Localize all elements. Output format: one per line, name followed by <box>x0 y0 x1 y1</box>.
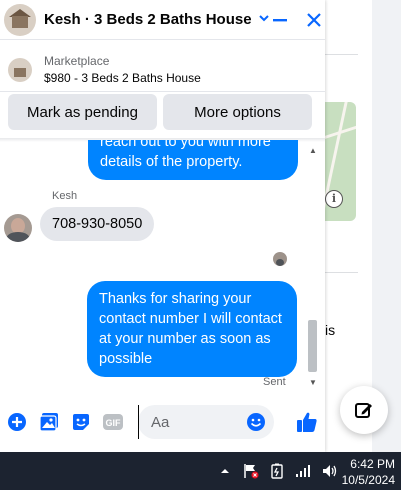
network-signal-icon[interactable] <box>294 462 312 480</box>
plus-circle-icon <box>8 413 26 431</box>
add-more-button[interactable] <box>6 411 28 433</box>
sender-name: Kesh <box>52 190 78 202</box>
incoming-message: 708-930-8050 <box>40 207 155 241</box>
message-input-wrapper[interactable] <box>138 405 274 439</box>
background-scroll-area <box>372 0 401 452</box>
taskbar: 6:42 PM 10/5/2024 <box>0 452 401 490</box>
listing-avatar[interactable] <box>4 3 36 36</box>
chat-title[interactable]: Kesh · 3 Beds 2 Baths House <box>44 11 252 28</box>
more-options-button[interactable]: More options <box>163 94 312 130</box>
background-divider <box>325 54 358 55</box>
close-icon <box>306 12 321 27</box>
scrollbar-thumb[interactable] <box>308 320 317 372</box>
system-tray <box>216 452 338 490</box>
chat-window: Kesh · 3 Beds 2 Baths House Marketplace … <box>0 0 325 452</box>
attach-photo-button[interactable] <box>38 411 60 433</box>
emoji-button[interactable] <box>246 412 266 432</box>
speaker-volume-icon[interactable] <box>320 462 338 480</box>
minimize-button[interactable] <box>270 10 290 30</box>
read-receipt-avatar <box>273 252 287 266</box>
sticker-button[interactable] <box>70 411 92 433</box>
sticker-icon <box>73 414 89 430</box>
outgoing-message: reach out to you with more details of th… <box>88 140 298 180</box>
new-message-button[interactable] <box>340 386 388 434</box>
listing-thumbnail <box>8 57 32 82</box>
photo-icon <box>39 413 58 432</box>
mark-as-pending-button[interactable]: Mark as pending <box>8 94 157 130</box>
outgoing-message: Thanks for sharing your contact number I… <box>87 281 297 377</box>
message-input[interactable] <box>138 405 238 439</box>
background-content-strip <box>325 0 372 452</box>
map-info-icon[interactable]: i <box>325 190 343 208</box>
scroll-up-arrow-icon[interactable]: ▲ <box>309 146 317 155</box>
background-partial-text: is <box>325 322 336 338</box>
chevron-down-icon[interactable] <box>258 12 270 27</box>
minimize-icon <box>272 18 287 21</box>
listing-title: $980 - 3 Beds 2 Baths House <box>44 71 201 85</box>
sender-avatar[interactable] <box>4 214 32 242</box>
thumbs-up-icon <box>297 412 317 432</box>
like-button[interactable] <box>295 410 319 434</box>
message-composer: GIF <box>0 404 325 440</box>
message-list: reach out to you with more details of th… <box>0 140 312 392</box>
background-divider <box>325 272 358 273</box>
gif-icon: GIF <box>103 414 123 430</box>
chevron-up-icon <box>221 469 229 473</box>
listing-label: Marketplace <box>44 54 110 68</box>
close-button[interactable] <box>304 10 324 30</box>
clock-time: 6:42 PM <box>350 457 395 471</box>
gif-button[interactable]: GIF <box>102 411 124 433</box>
clock-date: 10/5/2024 <box>341 473 395 487</box>
message-status: Sent <box>263 376 286 388</box>
svg-text:GIF: GIF <box>106 418 122 428</box>
show-hidden-icons-button[interactable] <box>216 462 234 480</box>
message-scrollbar[interactable]: ▲ ▼ <box>305 142 320 390</box>
chat-header[interactable]: Kesh · 3 Beds 2 Baths House <box>0 0 325 40</box>
compose-icon <box>355 403 372 418</box>
emoji-icon <box>247 413 265 431</box>
system-clock[interactable]: 6:42 PM 10/5/2024 <box>342 456 395 488</box>
battery-plugged-icon[interactable] <box>268 462 286 480</box>
marketplace-listing[interactable]: Marketplace $980 - 3 Beds 2 Baths House <box>0 48 325 92</box>
scroll-down-arrow-icon[interactable]: ▼ <box>309 378 317 387</box>
flag-alert-icon[interactable] <box>242 462 260 480</box>
